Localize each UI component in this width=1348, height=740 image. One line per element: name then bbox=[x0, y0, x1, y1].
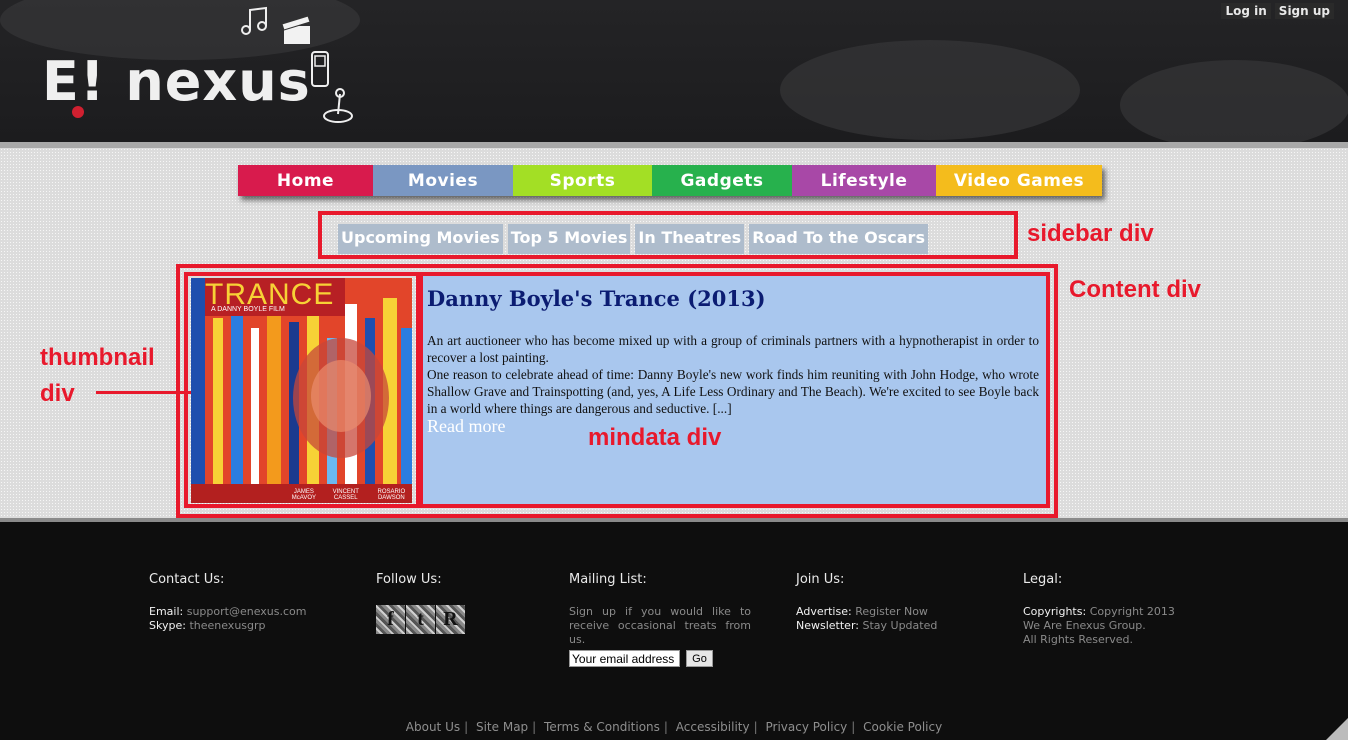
legal-line: We Are Enexus Group. bbox=[1023, 619, 1146, 632]
footer-heading: Contact Us: bbox=[149, 572, 225, 587]
footer-links: About Us | Site Map | Terms & Conditions | … bbox=[405, 720, 943, 734]
clapperboard-icon bbox=[281, 15, 311, 44]
copyright-label: Copyrights: bbox=[1023, 605, 1087, 618]
thumbnail-pointer-line bbox=[96, 391, 192, 394]
footer-link-privacy[interactable]: Privacy Policy bbox=[765, 720, 847, 734]
twitter-icon[interactable]: t bbox=[406, 605, 435, 634]
poster-credit: JAMES McAVOY bbox=[291, 489, 316, 501]
subnav-item-in-theatres[interactable]: In Theatres bbox=[635, 224, 745, 254]
sidebar-nav: Upcoming Movies Top 5 Movies In Theatres… bbox=[338, 224, 928, 254]
nav-item-sports[interactable]: Sports bbox=[513, 165, 652, 196]
main-area: Home Movies Sports Gadgets Lifestyle Vid… bbox=[0, 142, 1348, 522]
footer-link-accessibility[interactable]: Accessibility bbox=[676, 720, 750, 734]
legal-line: All Rights Reserved. bbox=[1023, 633, 1134, 646]
email-label: Email: bbox=[149, 605, 184, 618]
movie-poster[interactable]: TRANCE A DANNY BOYLE FILM JAMES McAVOY V… bbox=[191, 278, 412, 503]
mindata-label: mindata div bbox=[588, 424, 722, 451]
footer-heading: Mailing List: bbox=[569, 572, 647, 587]
footer-link-sitemap[interactable]: Site Map bbox=[476, 720, 528, 734]
mobile-phone-icon bbox=[311, 51, 329, 87]
thumbnail-label: thumbnail div bbox=[40, 340, 155, 412]
footer-contact: Contact Us: Email: support@enexus.com Sk… bbox=[149, 572, 306, 633]
email-input[interactable] bbox=[569, 650, 680, 667]
rotten-tomatoes-icon[interactable]: R bbox=[436, 605, 465, 634]
thumbnail-label-line1: thumbnail bbox=[40, 344, 155, 371]
login-link[interactable]: Log in bbox=[1221, 3, 1271, 19]
grunge-texture bbox=[780, 40, 1080, 140]
footer-mailing: Mailing List: Sign up if you would like … bbox=[569, 572, 751, 667]
mailing-text: Sign up if you would like to receive occ… bbox=[569, 605, 751, 646]
footer-join: Join Us: Advertise: Register Now Newslet… bbox=[796, 572, 937, 633]
main-nav: Home Movies Sports Gadgets Lifestyle Vid… bbox=[238, 165, 1102, 196]
poster-credits: JAMES McAVOY VINCENT CASSEL ROSARIO DAWS… bbox=[287, 489, 412, 501]
article-panel: Danny Boyle's Trance (2013) An art aucti… bbox=[423, 276, 1046, 504]
footer-link-terms[interactable]: Terms & Conditions bbox=[544, 720, 660, 734]
footer-link-about[interactable]: About Us bbox=[406, 720, 460, 734]
skype-label: Skype: bbox=[149, 619, 186, 632]
nav-item-lifestyle[interactable]: Lifestyle bbox=[792, 165, 936, 196]
subnav-item-road-to-oscars[interactable]: Road To the Oscars bbox=[749, 224, 928, 254]
poster-credit: ROSARIO DAWSON bbox=[377, 489, 406, 501]
footer-follow: Follow Us: f t R bbox=[376, 572, 466, 634]
resize-corner bbox=[1326, 718, 1348, 740]
subnav-item-upcoming-movies[interactable]: Upcoming Movies bbox=[338, 224, 503, 254]
nav-item-movies[interactable]: Movies bbox=[373, 165, 513, 196]
subnav-item-top-5-movies[interactable]: Top 5 Movies bbox=[507, 224, 631, 254]
nav-item-home[interactable]: Home bbox=[238, 165, 373, 196]
article-paragraph: An art auctioneer who has become mixed u… bbox=[427, 333, 1039, 365]
skype-value: theenexusgrp bbox=[189, 619, 266, 632]
content-label: Content div bbox=[1069, 276, 1201, 303]
article-paragraph: One reason to celebrate ahead of time: D… bbox=[427, 367, 1039, 416]
thumbnail-label-line2: div bbox=[40, 380, 75, 407]
poster-subtitle: A DANNY BOYLE FILM bbox=[211, 306, 285, 313]
article-body: An art auctioneer who has become mixed u… bbox=[427, 332, 1039, 417]
article-title[interactable]: Danny Boyle's Trance (2013) bbox=[427, 286, 766, 311]
footer-legal: Legal: Copyrights: Copyright 2013 We Are… bbox=[1023, 572, 1175, 647]
signup-link[interactable]: Sign up bbox=[1274, 3, 1334, 19]
footer-heading: Join Us: bbox=[796, 572, 845, 587]
site-footer: Contact Us: Email: support@enexus.com Sk… bbox=[0, 522, 1348, 740]
grunge-texture bbox=[1120, 60, 1348, 142]
copyright-text: Copyright 2013 bbox=[1089, 605, 1175, 618]
site-header: E! nexus Log in Sign up bbox=[0, 0, 1348, 142]
site-logo[interactable]: E! nexus bbox=[42, 50, 311, 113]
go-button[interactable]: Go bbox=[686, 650, 713, 667]
logo-dot bbox=[72, 106, 84, 118]
footer-heading: Legal: bbox=[1023, 572, 1063, 587]
joystick-icon bbox=[323, 88, 353, 123]
sidebar-label: sidebar div bbox=[1027, 220, 1154, 247]
email-link[interactable]: support@enexus.com bbox=[187, 605, 307, 618]
poster-credit: VINCENT CASSEL bbox=[332, 489, 359, 501]
facebook-icon[interactable]: f bbox=[376, 605, 405, 634]
advertise-label: Advertise: bbox=[796, 605, 852, 618]
read-more-link[interactable]: Read more bbox=[427, 416, 505, 437]
newsletter-label: Newsletter: bbox=[796, 619, 859, 632]
nav-item-video-games[interactable]: Video Games bbox=[936, 165, 1102, 196]
music-notes-icon bbox=[241, 6, 267, 35]
footer-link-cookie[interactable]: Cookie Policy bbox=[863, 720, 942, 734]
newsletter-link[interactable]: Stay Updated bbox=[862, 619, 937, 632]
auth-links: Log in Sign up bbox=[1221, 3, 1334, 19]
nav-item-gadgets[interactable]: Gadgets bbox=[652, 165, 792, 196]
register-link[interactable]: Register Now bbox=[855, 605, 928, 618]
footer-heading: Follow Us: bbox=[376, 572, 442, 587]
